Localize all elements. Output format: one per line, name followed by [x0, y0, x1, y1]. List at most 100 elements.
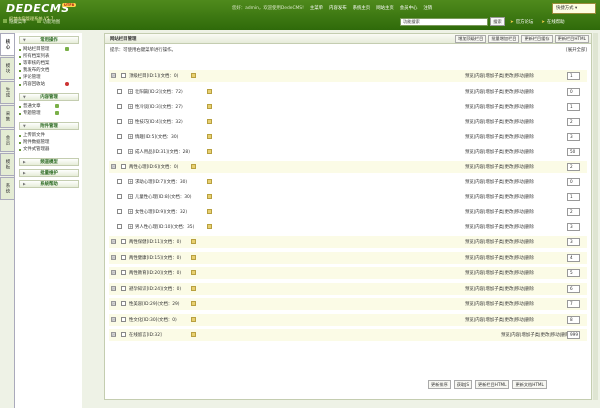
category-name[interactable]: 在线留言[ID:32] — [129, 332, 162, 338]
row-checkbox[interactable] — [117, 179, 122, 184]
row-actions[interactable]: 预览|内容|增加子类|更改|移动|删除 — [465, 104, 534, 110]
tab-modules[interactable]: 模块 — [0, 57, 14, 80]
sort-order-input[interactable]: 5 — [567, 269, 580, 277]
row-actions[interactable]: 预览|内容|增加子类|更改|移动|删除 — [465, 194, 534, 200]
row-checkbox[interactable] — [121, 301, 126, 306]
row-checkbox[interactable] — [121, 73, 126, 78]
folder-icon[interactable] — [191, 163, 196, 169]
batch-add-category-button[interactable]: 批量增加栏目 — [488, 35, 520, 43]
sidebar-item-attachment-data[interactable]: 附件数据管理 — [15, 139, 82, 146]
sidebar-group-channel-models[interactable]: ▶ 频道模型 — [19, 158, 79, 166]
tree-toggle-icon[interactable]: ⊟ — [111, 239, 116, 244]
sidebar-group-common[interactable]: ▼ 常用操作 — [19, 36, 79, 44]
tree-toggle-icon[interactable]: + — [128, 133, 133, 139]
folder-icon[interactable] — [207, 224, 212, 229]
add-icon[interactable] — [55, 111, 59, 115]
tab-generate[interactable]: 生成 — [0, 81, 14, 104]
tree-toggle-icon[interactable]: ⊟ — [111, 254, 116, 260]
quick-shortcuts-select[interactable]: 快捷方式 ▾ — [552, 3, 596, 14]
folder-icon[interactable] — [191, 316, 196, 322]
tab-system[interactable]: 系统 — [0, 177, 14, 200]
row-checkbox[interactable] — [117, 209, 122, 214]
tree-toggle-icon[interactable]: + — [128, 103, 133, 109]
folder-icon[interactable] — [207, 118, 212, 124]
row-checkbox[interactable] — [117, 118, 122, 124]
sort-order-input[interactable]: 0 — [567, 178, 580, 186]
top-menu-publish[interactable]: 内容发布 — [329, 5, 347, 13]
row-actions[interactable]: 预览|内容|增加子类|更改|移动|删除 — [465, 255, 534, 261]
tree-toggle-icon[interactable]: ⊟ — [111, 316, 116, 322]
category-name[interactable]: 性文化[ID:30](文档：0) — [129, 317, 177, 323]
category-name[interactable]: 避孕知识[ID:24](文档：0) — [129, 286, 181, 292]
sort-order-input[interactable]: 6 — [567, 284, 580, 293]
sort-order-input[interactable]: 999 — [567, 331, 580, 339]
sort-order-input[interactable]: 7 — [567, 300, 580, 308]
top-menu-site-home[interactable]: 网站主页 — [376, 5, 394, 13]
folder-icon[interactable] — [191, 301, 196, 306]
sort-order-input[interactable]: 2 — [567, 117, 580, 126]
category-name[interactable]: 顶级栏目[ID:1](文档：0) — [129, 73, 178, 79]
sort-order-input[interactable]: 4 — [567, 253, 580, 262]
sidebar-item-articles[interactable]: 普通文章 — [15, 103, 82, 110]
tree-toggle-icon[interactable]: + — [128, 118, 133, 124]
sidebar-item-pending-docs[interactable]: 等审核的档案 — [15, 60, 82, 67]
sort-order-input[interactable]: 3 — [567, 238, 580, 246]
top-menu-logout[interactable]: 注销 — [423, 5, 432, 13]
update-category-html-bottom-button[interactable]: 更新栏目HTML — [475, 380, 510, 389]
tree-toggle-icon[interactable]: + — [128, 224, 133, 229]
tree-toggle-icon[interactable]: + — [128, 194, 133, 199]
sort-order-input[interactable]: 1 — [567, 72, 580, 80]
row-checkbox[interactable] — [117, 103, 122, 109]
sidebar-item-category-manage[interactable]: 网站栏目管理 — [15, 46, 82, 53]
tab-templates[interactable]: 模板 — [0, 153, 14, 176]
tree-toggle-icon[interactable]: ⊟ — [111, 270, 116, 275]
add-icon[interactable] — [55, 104, 59, 108]
category-name[interactable]: 求助心理[ID:7](文档：30) — [135, 179, 187, 185]
category-name[interactable]: 性冷谈[ID:3](文档：27) — [135, 104, 183, 110]
folder-icon[interactable] — [207, 133, 212, 139]
row-actions[interactable]: 预览|内容|增加子类|更改|移动|删除 — [465, 119, 534, 125]
row-actions[interactable]: 预览|内容|增加子类|更改|移动|删除 — [465, 73, 534, 79]
row-checkbox[interactable] — [121, 254, 126, 260]
tree-toggle-icon[interactable]: ⊟ — [111, 285, 116, 291]
row-checkbox[interactable] — [121, 316, 126, 322]
folder-icon[interactable] — [191, 270, 196, 275]
row-checkbox[interactable] — [117, 224, 122, 229]
tab-members[interactable]: 会员 — [0, 129, 14, 152]
category-name[interactable]: 两性心理[ID:6](文档：0) — [129, 164, 178, 170]
sort-order-input[interactable]: 2 — [567, 162, 580, 171]
row-checkbox[interactable] — [121, 285, 126, 291]
category-name[interactable]: 男人性心理[ID:10](文档：35) — [135, 224, 194, 230]
tree-toggle-icon[interactable]: + — [128, 179, 133, 184]
sidebar-item-topics[interactable]: 专题管理 — [15, 110, 82, 117]
hide-menu-button[interactable]: 隐藏菜单 — [3, 19, 27, 25]
row-actions[interactable]: 预览|内容|增加子类|更改|移动|删除 — [465, 164, 534, 170]
row-checkbox[interactable] — [117, 194, 122, 199]
function-map-button[interactable]: 功能地图 — [36, 19, 60, 25]
category-name[interactable]: 情趣[ID:5](文档：30) — [135, 134, 178, 140]
folder-icon[interactable] — [207, 148, 212, 154]
row-checkbox[interactable] — [121, 239, 126, 244]
category-name[interactable]: 壮阳篇[ID:2](文档：72) — [135, 89, 183, 95]
top-menu-member[interactable]: 会员中心 — [400, 5, 418, 13]
folder-icon[interactable] — [191, 73, 196, 78]
row-checkbox[interactable] — [121, 270, 126, 275]
sidebar-item-file-manager[interactable]: 文件式管理器 — [15, 146, 82, 153]
add-icon[interactable] — [65, 47, 69, 51]
row-checkbox[interactable] — [117, 148, 122, 154]
folder-icon[interactable] — [207, 88, 212, 94]
folder-icon[interactable] — [207, 103, 212, 109]
category-name[interactable]: 性美容[ID:29](文档：29) — [129, 301, 180, 307]
sort-order-input[interactable]: 0 — [567, 87, 580, 96]
folder-icon[interactable] — [207, 179, 212, 184]
sort-order-input[interactable]: 50 — [567, 147, 580, 156]
tree-toggle-icon[interactable]: ⊟ — [111, 332, 116, 337]
tree-toggle-icon[interactable]: + — [128, 88, 133, 94]
right-scrollbar[interactable] — [593, 33, 598, 400]
row-actions[interactable]: 预览|内容|增加子类|更改|移动|删除 — [465, 301, 534, 307]
sort-order-input[interactable]: 1 — [567, 102, 580, 111]
row-actions[interactable]: 预览|内容|增加子类|更改|移动|删除 — [501, 332, 570, 338]
folder-icon[interactable] — [191, 254, 196, 260]
folder-icon[interactable] — [207, 209, 212, 214]
row-checkbox[interactable] — [117, 133, 122, 139]
